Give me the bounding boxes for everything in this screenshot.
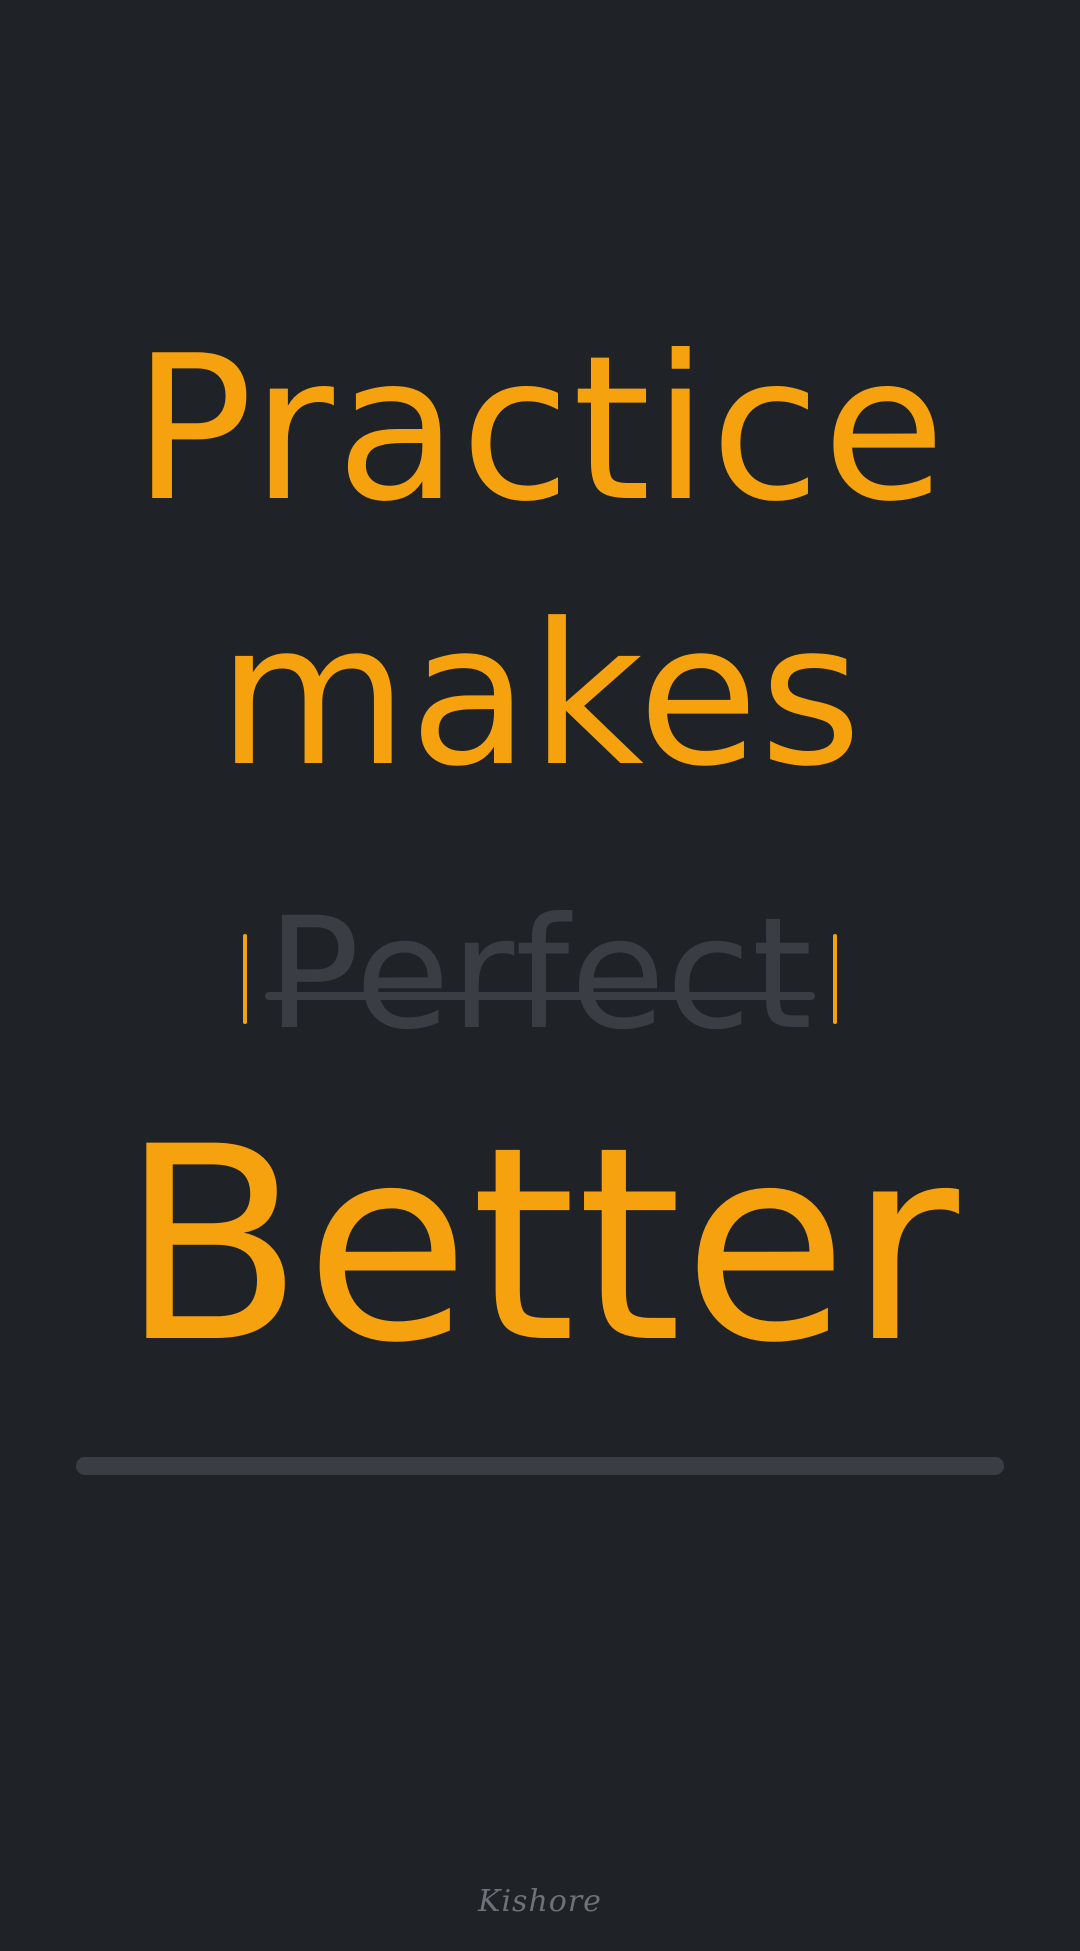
text-cursor-left — [242, 934, 247, 1024]
author-signature: Kishore — [478, 1884, 602, 1919]
strikethrough-line — [264, 992, 816, 1000]
struck-word-group: Perfect — [0, 898, 1080, 1052]
quote-line-practice: Practice — [132, 313, 948, 546]
divider-bar — [76, 1457, 1004, 1475]
quote-line-makes: makes — [217, 582, 863, 810]
quote-line-better: Better — [120, 1090, 960, 1402]
struck-word-perfect: Perfect — [266, 885, 814, 1064]
quote-poster: Practice makes Perfect Better Kishore — [0, 0, 1080, 1951]
text-cursor-right — [833, 934, 838, 1024]
struck-word-box: Perfect — [242, 898, 838, 1052]
